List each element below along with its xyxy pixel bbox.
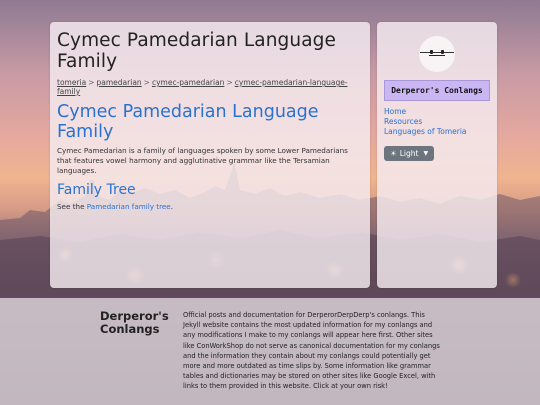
avatar-mouth <box>429 55 445 56</box>
sun-icon: ☀ <box>390 149 397 158</box>
breadcrumb-link-pamedarian[interactable]: pamedarian <box>97 78 142 87</box>
avatar-left-eye <box>430 50 433 54</box>
avatar-container <box>384 36 490 72</box>
breadcrumb-separator: > <box>88 78 95 87</box>
theme-toggle-button[interactable]: ☀ Light ▼ <box>384 146 435 161</box>
breadcrumb-separator: > <box>143 78 150 87</box>
main-content-card: Cymec Pamedarian Language Family tomeria… <box>50 22 370 288</box>
nav-link-home[interactable]: Home <box>384 107 490 117</box>
sidebar-card: Derperor's Conlangs Home Resources Langu… <box>377 22 497 288</box>
chevron-down-icon: ▼ <box>423 150 429 157</box>
theme-label: Light <box>399 149 419 158</box>
breadcrumb-link-cymec-pamedarian[interactable]: cymec-pamedarian <box>152 78 224 87</box>
pamedarian-family-tree-link[interactable]: Pamedarian family tree <box>87 202 171 211</box>
avatar <box>419 36 455 72</box>
site-brand[interactable]: Derperor's Conlangs <box>384 80 490 101</box>
sidebar-nav: Home Resources Languages of Tomeria <box>384 107 490 137</box>
intro-paragraph: Cymec Pamedarian is a family of language… <box>57 146 348 175</box>
breadcrumb-link-tomeria[interactable]: tomeria <box>57 78 86 87</box>
avatar-hat-brim <box>420 52 454 53</box>
breadcrumb-separator: > <box>226 78 233 87</box>
see-prefix: See the <box>57 202 87 211</box>
footer-title: Derperor's Conlangs <box>100 309 169 336</box>
page-title: Cymec Pamedarian Language Family <box>57 30 336 72</box>
see-suffix: . <box>170 202 174 211</box>
nav-link-languages-of-tomeria[interactable]: Languages of Tomeria <box>384 127 490 137</box>
avatar-right-eye <box>441 50 444 54</box>
nav-link-resources[interactable]: Resources <box>384 117 490 127</box>
family-tree-heading: Family Tree <box>57 182 136 198</box>
site-footer: Derperor's Conlangs Official posts and d… <box>0 298 540 405</box>
breadcrumb: tomeria > pamedarian > cymec-pamedarian > cyme… <box>57 78 363 96</box>
footer-description: Official posts and documentation for Der… <box>183 311 440 391</box>
article-heading: Cymec Pamedarian Language Family <box>57 102 319 142</box>
family-tree-paragraph: See the Pamedarian family tree. <box>57 202 363 212</box>
